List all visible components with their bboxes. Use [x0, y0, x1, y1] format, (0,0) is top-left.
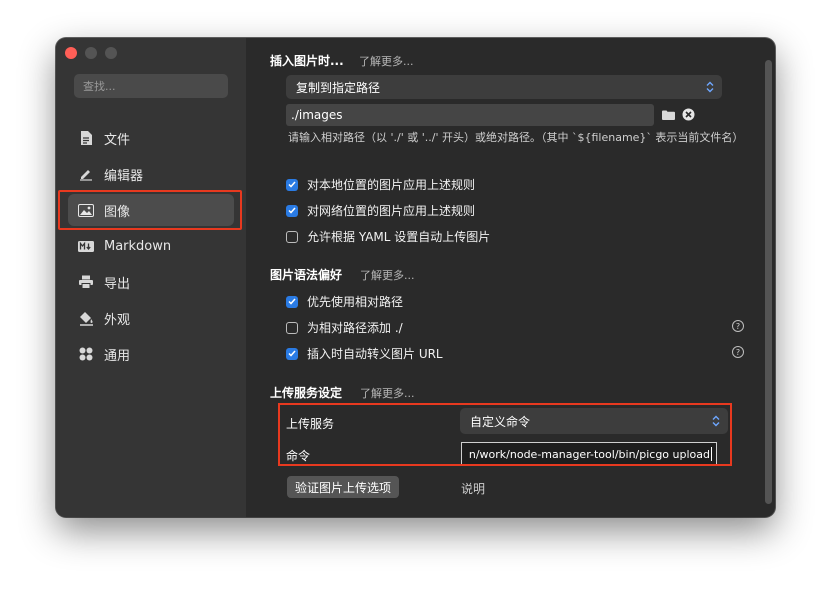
path-hint-text: 请输入相对路径（以 './' 或 '../' 开头）或绝对路径。（其中 `${f…	[288, 131, 744, 144]
checkbox-checked-icon[interactable]	[286, 347, 298, 360]
image-path-input[interactable]: ./images	[286, 104, 654, 126]
image-path-value: ./images	[291, 108, 343, 122]
check-label: 对网络位置的图片应用上述规则	[307, 204, 476, 218]
syntax-pref-title: 图片语法偏好	[270, 268, 343, 282]
check-label: 为相对路径添加 ./	[307, 321, 403, 335]
sidebar-nav: 文件 编辑器 图像 Markdown 导出 外观 通用	[68, 122, 234, 374]
syntax-pref-learn-more-link[interactable]: 了解更多...	[360, 267, 415, 283]
upload-settings-title: 上传服务设定	[270, 386, 343, 400]
folder-icon[interactable]	[662, 110, 675, 120]
check-escape-url[interactable]: 插入时自动转义图片 URL	[286, 345, 443, 362]
upload-service-value: 自定义命令	[470, 414, 531, 429]
sidebar-item-label: 通用	[104, 348, 131, 364]
check-add-dot-slash[interactable]: 为相对路径添加 ./	[286, 319, 403, 336]
sidebar-item-label: 导出	[104, 276, 131, 292]
validate-upload-button[interactable]: 验证图片上传选项	[287, 476, 400, 498]
sidebar-item-label: 编辑器	[104, 168, 144, 184]
sidebar-item-label: 文件	[104, 132, 131, 148]
insert-image-learn-more-link[interactable]: 了解更多...	[359, 53, 414, 69]
close-window-button[interactable]	[65, 47, 77, 59]
minimize-window-button[interactable]	[85, 47, 97, 59]
checkbox-unchecked-icon[interactable]	[286, 230, 298, 243]
sidebar-item-label: 外观	[104, 312, 131, 328]
chevron-updown-icon	[706, 81, 714, 93]
help-icon[interactable]: ?	[732, 346, 744, 358]
image-icon	[78, 202, 94, 218]
pencil-icon	[78, 166, 94, 182]
command-label: 命令	[286, 449, 311, 463]
file-icon	[78, 130, 94, 146]
window-controls	[65, 47, 117, 59]
upload-service-select[interactable]: 自定义命令	[460, 408, 728, 434]
sidebar-item-general[interactable]: 通用	[68, 338, 234, 370]
insert-image-title: 插入图片时...	[270, 54, 344, 68]
check-label: 优先使用相对路径	[307, 295, 404, 309]
sidebar-item-markdown[interactable]: Markdown	[68, 230, 234, 262]
insert-action-select[interactable]: 复制到指定路径	[286, 75, 722, 99]
upload-learn-more-link[interactable]: 了解更多...	[360, 385, 415, 401]
explain-link[interactable]: 说明	[461, 480, 485, 497]
grid-icon	[78, 346, 94, 362]
settings-content: 插入图片时... 了解更多... 复制到指定路径 ./images 请输入相对路…	[246, 38, 775, 517]
check-prefer-relative[interactable]: 优先使用相对路径	[286, 293, 403, 310]
text-caret	[711, 447, 712, 461]
chevron-updown-icon	[712, 415, 720, 427]
check-label: 允许根据 YAML 设置自动上传图片	[307, 230, 491, 244]
check-apply-local[interactable]: 对本地位置的图片应用上述规则	[286, 176, 475, 193]
command-input[interactable]: n/work/node-manager-tool/bin/picgo uploa…	[461, 442, 717, 466]
clear-icon[interactable]	[682, 108, 695, 121]
checkbox-checked-icon[interactable]	[286, 204, 298, 217]
sidebar-item-file[interactable]: 文件	[68, 122, 234, 154]
check-apply-network[interactable]: 对网络位置的图片应用上述规则	[286, 202, 475, 219]
checkbox-checked-icon[interactable]	[286, 178, 298, 191]
search-input[interactable]	[74, 74, 228, 98]
sidebar-item-image[interactable]: 图像	[68, 194, 234, 226]
checkbox-unchecked-icon[interactable]	[286, 321, 298, 334]
checkbox-checked-icon[interactable]	[286, 295, 298, 308]
insert-action-value: 复制到指定路径	[296, 80, 381, 95]
preferences-window: 文件 编辑器 图像 Markdown	[56, 38, 775, 517]
check-label: 对本地位置的图片应用上述规则	[307, 178, 476, 192]
sidebar-item-export[interactable]: 导出	[68, 266, 234, 298]
vertical-scrollbar[interactable]	[765, 60, 772, 504]
zoom-window-button[interactable]	[105, 47, 117, 59]
sidebar-item-label: Markdown	[104, 238, 172, 254]
check-label: 插入时自动转义图片 URL	[307, 347, 443, 361]
sidebar-item-editor[interactable]: 编辑器	[68, 158, 234, 190]
command-value: n/work/node-manager-tool/bin/picgo uploa…	[468, 447, 710, 461]
sidebar-item-appearance[interactable]: 外观	[68, 302, 234, 334]
upload-service-label: 上传服务	[286, 417, 335, 431]
check-yaml-upload[interactable]: 允许根据 YAML 设置自动上传图片	[286, 228, 490, 245]
help-icon[interactable]: ?	[732, 320, 744, 332]
sidebar: 文件 编辑器 图像 Markdown	[56, 38, 246, 517]
printer-icon	[78, 274, 94, 290]
paint-bucket-icon	[78, 310, 94, 326]
markdown-icon	[78, 238, 94, 254]
sidebar-item-label: 图像	[104, 204, 131, 220]
